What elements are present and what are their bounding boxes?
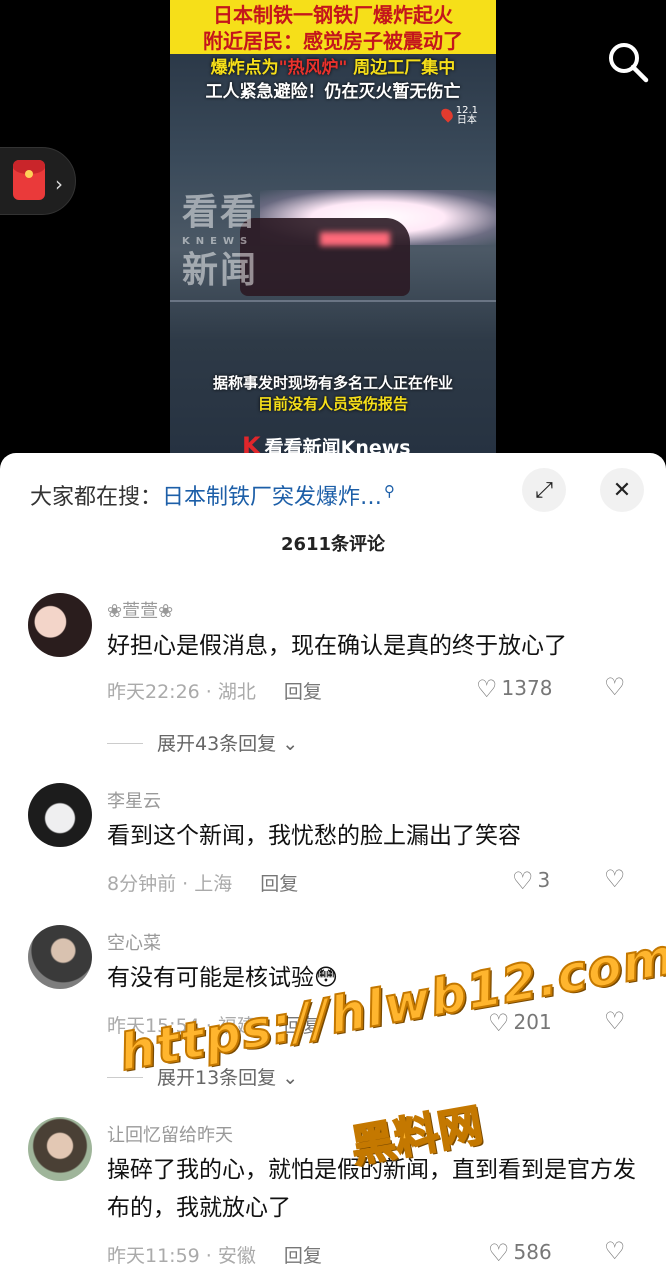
expand-button[interactable]: ⤢ [522, 468, 566, 512]
road-line [170, 300, 496, 302]
comment-username[interactable]: 让回忆留给昨天 [107, 1121, 233, 1147]
knews-logo-icon: K [242, 432, 261, 455]
comment-username[interactable]: 李星云 [107, 787, 161, 813]
heart-icon: ♡ [476, 675, 498, 703]
video-caption-1: 据称事发时现场有多名工人正在作业 [212, 374, 453, 392]
red-packet-tab[interactable]: › [0, 147, 76, 215]
search-icon[interactable] [606, 40, 650, 84]
video-subtitle-line1: 爆炸点为"热风炉" 周边工厂集中 [210, 58, 456, 78]
video-headline-line1: 日本制铁一钢铁厂爆炸起火 [213, 3, 453, 27]
comment-sheet: 大家都在搜：日本制铁厂突发爆炸… ⚲ ⤢ ✕ 2611条评论 ❀萱萱❀ 好担心是假… [0, 453, 666, 1280]
reply-button[interactable]: 回复 [260, 873, 298, 895]
video-player[interactable]: 日本制铁一钢铁厂爆炸起火 附近居民：感觉房子被震动了 爆炸点为"热风炉" 周边工… [170, 0, 496, 455]
broken-heart-icon[interactable]: ♡ [604, 673, 626, 701]
close-button[interactable]: ✕ [600, 468, 644, 512]
avatar[interactable] [28, 593, 92, 657]
avatar[interactable] [28, 783, 92, 847]
comment-meta: 8分钟前 · 上海 回复 [107, 873, 299, 895]
close-icon: ✕ [612, 477, 632, 503]
hot-search-bar[interactable]: 大家都在搜：日本制铁厂突发爆炸… ⚲ [30, 479, 395, 511]
comment-username[interactable]: ❀萱萱❀ [107, 597, 173, 623]
video-subtitle-line2: 工人紧急避险！仍在灭火暂无伤亡 [205, 82, 461, 102]
car-taillight [320, 232, 390, 246]
video-location: 12.1 日本 [455, 105, 478, 126]
expand-icon: ⤢ [535, 477, 553, 503]
like-button[interactable]: ♡ 1378 [476, 675, 552, 703]
expand-replies-button[interactable]: 展开43条回复 ⌄ [107, 729, 298, 756]
avatar[interactable] [28, 1117, 92, 1181]
red-packet-icon [13, 160, 45, 200]
video-watermark: 看看 KNEWS 新闻 [182, 192, 259, 291]
video-headline: 日本制铁一钢铁厂爆炸起火 附近居民：感觉房子被震动了 [170, 0, 496, 54]
broken-heart-icon[interactable]: ♡ [604, 1007, 626, 1035]
chevron-right-icon: › [55, 172, 63, 196]
reply-button[interactable]: 回复 [284, 681, 322, 703]
comment-username[interactable]: 空心菜 [107, 929, 161, 955]
video-brand: K 看看新闻Knews [242, 432, 411, 455]
avatar[interactable] [28, 925, 92, 989]
comment-count: 2611条评论 [280, 534, 386, 555]
comment-meta: 昨天11:59 · 安徽 回复 [107, 1245, 322, 1267]
like-button[interactable]: ♡ 3 [512, 867, 550, 895]
like-button[interactable]: ♡ 586 [488, 1239, 552, 1267]
heart-icon: ♡ [512, 867, 534, 895]
comment-meta: 昨天22:26 · 湖北 回复 [107, 681, 322, 703]
broken-heart-icon[interactable]: ♡ [604, 1237, 626, 1265]
video-headline-line2: 附近居民：感觉房子被震动了 [203, 29, 463, 53]
comment-text: 看到这个新闻，我忧愁的脸上漏出了笑容 [107, 823, 521, 849]
car-silhouette [240, 218, 410, 296]
comment-text: 好担心是假消息，现在确认是真的终于放心了 [107, 633, 567, 659]
reply-button[interactable]: 回复 [284, 1245, 322, 1267]
location-pin-icon [438, 106, 456, 123]
video-subtitle: 爆炸点为"热风炉" 周边工厂集中 工人紧急避险！仍在灭火暂无伤亡 [170, 56, 496, 104]
search-small-icon: ⚲ [384, 482, 396, 500]
heart-icon: ♡ [488, 1239, 510, 1267]
video-caption-2: 目前没有人员受伤报告 [257, 395, 408, 413]
broken-heart-icon[interactable]: ♡ [604, 865, 626, 893]
hot-search-link[interactable]: 日本制铁厂突发爆炸… [162, 485, 382, 510]
